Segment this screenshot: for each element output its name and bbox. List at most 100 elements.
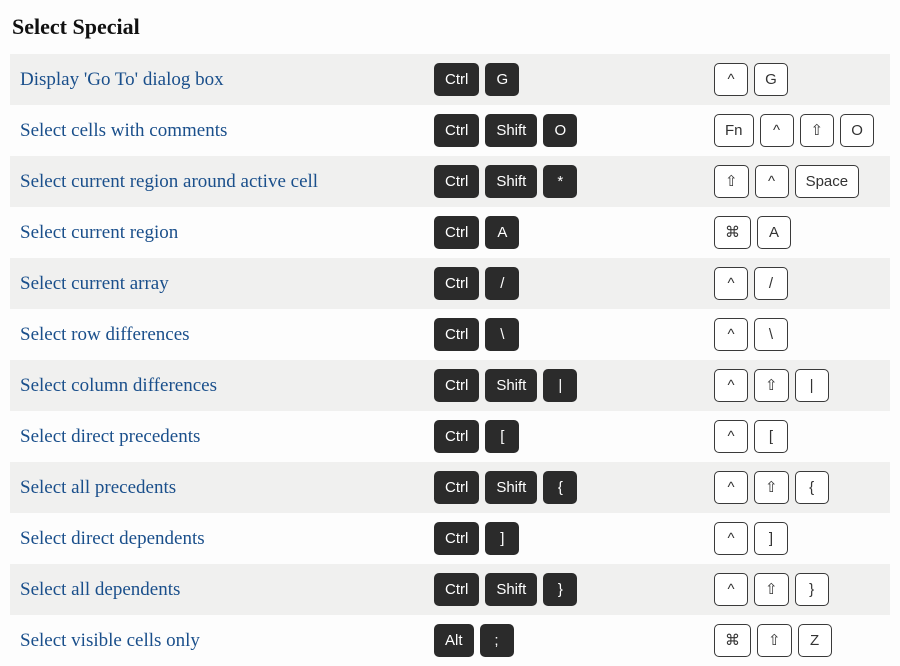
key-light: O <box>840 114 874 147</box>
shortcut-row: Display 'Go To' dialog boxCtrlG^G <box>10 54 890 105</box>
key-light: ^ <box>714 318 748 351</box>
mac-keys: ^⇧| <box>714 369 882 402</box>
key-light: ⌘ <box>714 624 751 657</box>
mac-keys: ^/ <box>714 267 882 300</box>
key-light: ^ <box>760 114 794 147</box>
key-dark: Shift <box>485 114 537 147</box>
key-light: A <box>757 216 791 249</box>
windows-keys: CtrlShiftO <box>434 114 714 147</box>
shortcut-table: Display 'Go To' dialog boxCtrlG^GSelect … <box>10 54 890 666</box>
key-light: ⇧ <box>754 471 789 504</box>
shortcut-link[interactable]: Select column differences <box>20 375 217 396</box>
mac-keys: ^[ <box>714 420 882 453</box>
key-light: ^ <box>714 573 748 606</box>
key-dark: Ctrl <box>434 420 479 453</box>
shortcut-row: Select visible cells only Alt; ⌘⇧Z <box>10 615 890 666</box>
key-light: \ <box>754 318 788 351</box>
key-dark: Shift <box>485 165 537 198</box>
key-light: [ <box>754 420 788 453</box>
windows-keys: CtrlA <box>434 216 714 249</box>
mac-keys: ^G <box>714 63 882 96</box>
shortcut-link[interactable]: Select cells with comments <box>20 120 227 141</box>
key-light: ⇧ <box>757 624 792 657</box>
key-light: Z <box>798 624 832 657</box>
shortcut-row: Select all dependentsCtrlShift}^⇧} <box>10 564 890 615</box>
shortcut-row: Select cells with commentsCtrlShiftOFn^⇧… <box>10 105 890 156</box>
key-light: ^ <box>714 63 748 96</box>
mac-keys: ^⇧} <box>714 573 882 606</box>
windows-keys: Ctrl\ <box>434 318 714 351</box>
key-dark: Ctrl <box>434 63 479 96</box>
shortcut-link[interactable]: Display 'Go To' dialog box <box>20 69 224 90</box>
key-dark: Ctrl <box>434 522 479 555</box>
key-light: ^ <box>714 420 748 453</box>
key-light: ⇧ <box>800 114 835 147</box>
shortcut-link[interactable]: Select all precedents <box>20 477 176 498</box>
key-light: Space <box>795 165 860 198</box>
key-dark: | <box>543 369 577 402</box>
key-light: ^ <box>714 471 748 504</box>
key-light: ^ <box>714 267 748 300</box>
key-dark: Ctrl <box>434 165 479 198</box>
key-dark: A <box>485 216 519 249</box>
windows-keys: Ctrl[ <box>434 420 714 453</box>
key-light: ^ <box>714 522 748 555</box>
mac-keys: ^] <box>714 522 882 555</box>
shortcut-row: Select current regionCtrlA⌘A <box>10 207 890 258</box>
shortcut-row: Select all precedentsCtrlShift{^⇧{ <box>10 462 890 513</box>
shortcut-link[interactable]: Select visible cells only <box>20 630 200 651</box>
key-dark: Shift <box>485 573 537 606</box>
shortcut-row: Select row differencesCtrl\^\ <box>10 309 890 360</box>
shortcut-link[interactable]: Select current region around active cell <box>20 171 318 192</box>
shortcut-row: Select current region around active cell… <box>10 156 890 207</box>
key-light: G <box>754 63 788 96</box>
windows-keys: CtrlG <box>434 63 714 96</box>
key-light: } <box>795 573 829 606</box>
key-dark: * <box>543 165 577 198</box>
shortcut-row: Select direct dependentsCtrl]^] <box>10 513 890 564</box>
key-light: | <box>795 369 829 402</box>
mac-keys: Fn^⇧O <box>714 114 882 147</box>
mac-keys: ^\ <box>714 318 882 351</box>
key-light: / <box>754 267 788 300</box>
key-dark: Shift <box>485 471 537 504</box>
windows-keys: Ctrl/ <box>434 267 714 300</box>
key-dark: Ctrl <box>434 114 479 147</box>
key-dark: Ctrl <box>434 573 479 606</box>
key-light: ⇧ <box>754 369 789 402</box>
shortcut-link[interactable]: Select row differences <box>20 324 190 345</box>
key-light: ^ <box>714 369 748 402</box>
key-dark: Alt <box>434 624 474 657</box>
shortcut-link[interactable]: Select direct dependents <box>20 528 205 549</box>
key-dark: \ <box>485 318 519 351</box>
key-dark: O <box>543 114 577 147</box>
mac-keys: ⌘A <box>714 216 882 249</box>
shortcut-row: Select direct precedentsCtrl[^[ <box>10 411 890 462</box>
key-dark: Ctrl <box>434 216 479 249</box>
key-dark: [ <box>485 420 519 453</box>
key-dark: / <box>485 267 519 300</box>
shortcut-link[interactable]: Select current array <box>20 273 169 294</box>
key-light: ⌘ <box>714 216 751 249</box>
windows-keys: CtrlShift} <box>434 573 714 606</box>
key-dark: Ctrl <box>434 369 479 402</box>
key-dark: ] <box>485 522 519 555</box>
key-light: ^ <box>755 165 789 198</box>
windows-keys: Ctrl] <box>434 522 714 555</box>
key-light: ⇧ <box>754 573 789 606</box>
shortcut-row: Select current arrayCtrl/^/ <box>10 258 890 309</box>
shortcut-link[interactable]: Select current region <box>20 222 178 243</box>
shortcut-link[interactable]: Select all dependents <box>20 579 180 600</box>
key-dark: Ctrl <box>434 267 479 300</box>
section-title: Select Special <box>12 14 890 40</box>
shortcut-link[interactable]: Select direct precedents <box>20 426 200 447</box>
key-dark: ; <box>480 624 514 657</box>
windows-keys: CtrlShift{ <box>434 471 714 504</box>
key-dark: Ctrl <box>434 471 479 504</box>
key-light: ] <box>754 522 788 555</box>
windows-keys: CtrlShift* <box>434 165 714 198</box>
key-light: ⇧ <box>714 165 749 198</box>
key-dark: } <box>543 573 577 606</box>
key-dark: G <box>485 63 519 96</box>
key-dark: Ctrl <box>434 318 479 351</box>
